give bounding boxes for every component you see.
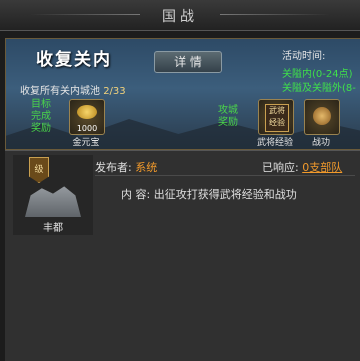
- city-name: 丰都: [43, 223, 63, 234]
- event-banner: 收复关内 详 情 收复所有关内城池 2/33 活动时间: 关隘内(0-24点) …: [5, 38, 360, 150]
- window-title: 国战: [162, 9, 198, 25]
- attack-reward-label: 攻城 奖励: [218, 105, 238, 129]
- city-card[interactable]: 级 丰都: [13, 155, 93, 235]
- merit-reward[interactable]: [304, 99, 340, 135]
- event-goal: 收复所有关内城池 2/33: [20, 82, 126, 97]
- target-reward-label-line3: 奖励: [31, 123, 51, 134]
- attack-reward-label-line1: 攻城: [218, 105, 238, 116]
- general-exp-icon: 武将经验: [265, 104, 289, 132]
- gold-ingot-qty: 1000: [76, 124, 98, 133]
- merit-name: 战功: [311, 138, 330, 148]
- general-exp-name: 武将经验: [256, 138, 293, 148]
- event-title: 收复关内: [36, 50, 112, 70]
- city-level-badge: 级: [29, 157, 49, 183]
- responded-value-link[interactable]: 0支部队: [302, 161, 342, 174]
- publisher-label: 发布者:: [95, 161, 132, 174]
- publisher-value: 系统: [135, 161, 158, 174]
- divider: [95, 175, 355, 176]
- event-progress: 2/33: [103, 86, 126, 97]
- content-text: 出征攻打获得武将经验和战功: [153, 188, 297, 201]
- merit-icon: [313, 107, 331, 125]
- gold-ingot-name: 金元宝: [72, 138, 100, 148]
- content-row: 内 容: 出征攻打获得武将经验和战功: [121, 186, 297, 202]
- attack-reward-label-line2: 奖励: [218, 117, 238, 128]
- event-time-label: 活动时间:: [282, 51, 326, 62]
- event-goal-text: 收复所有关内城池: [20, 86, 100, 97]
- gold-ingot-reward[interactable]: 1000: [69, 99, 105, 135]
- publisher-row: 发布者: 系统: [95, 159, 157, 175]
- city-fortress-image: [25, 186, 81, 217]
- window-titlebar: 国战: [0, 0, 360, 31]
- target-reward-label-line1: 目标: [31, 99, 51, 110]
- responded-row: 已响应: 0支部队: [262, 159, 342, 175]
- event-time-line2: 关隘及关隘外(8-: [282, 83, 356, 94]
- target-reward-label: 目标 完成 奖励: [31, 99, 51, 135]
- event-time-line1: 关隘内(0-24点): [282, 69, 353, 80]
- content-label: 内 容:: [121, 188, 151, 201]
- responded-label: 已响应:: [262, 161, 299, 174]
- target-reward-label-line2: 完成: [31, 111, 51, 122]
- detail-button[interactable]: 详 情: [154, 51, 222, 73]
- announcement-panel: 级 丰都 发布者: 系统 已响应: 0支部队 内 容: 出征攻打获得武将经验和战…: [5, 150, 360, 361]
- gold-ingot-icon: [77, 105, 97, 119]
- title-decoration-right: [220, 14, 330, 15]
- general-exp-reward[interactable]: 武将经验: [258, 99, 294, 135]
